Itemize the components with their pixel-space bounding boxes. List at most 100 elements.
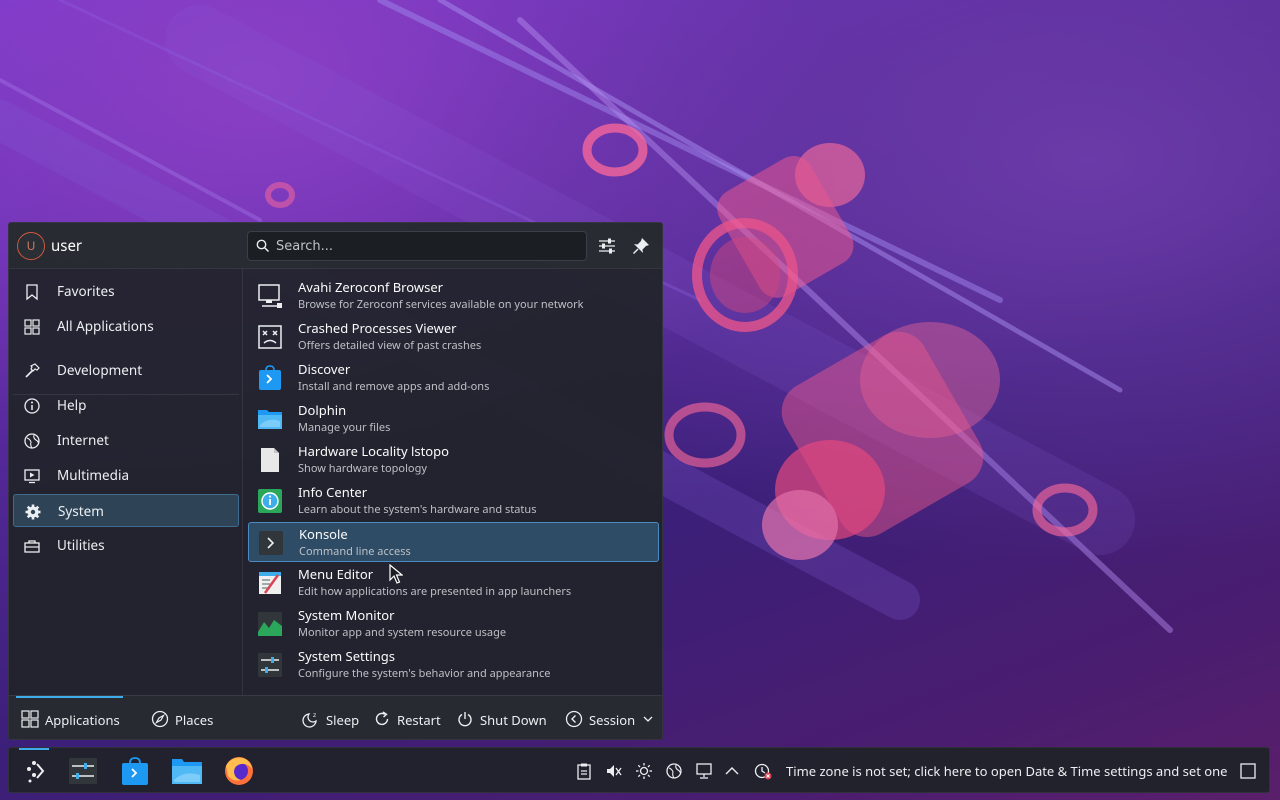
sidebar-item-label: Help (57, 396, 87, 414)
firefox-icon (225, 757, 253, 785)
app-name: Avahi Zeroconf Browser (298, 278, 444, 296)
app-item-dolphin[interactable]: Dolphin Manage your files (248, 399, 659, 439)
sidebar-item-utilities[interactable]: Utilities (13, 529, 239, 562)
brightness-icon[interactable] (635, 762, 653, 780)
discover-bag-icon (259, 365, 281, 390)
app-item-menu-editor[interactable]: Menu Editor Edit how applications are pr… (248, 563, 659, 603)
sidebar-item-system[interactable]: System (13, 494, 239, 527)
app-name: System Monitor (298, 606, 395, 624)
app-description: Show hardware topology (298, 461, 427, 476)
app-item-konsole[interactable]: Konsole Command line access (248, 522, 659, 562)
app-description: Monitor app and system resource usage (298, 625, 507, 640)
sidebar-item-internet[interactable]: Internet (13, 424, 239, 457)
pin-icon[interactable] (630, 235, 652, 257)
timezone-notice[interactable]: Time zone is not set; click here to open… (786, 762, 1228, 780)
sidebar-item-all-applications[interactable]: All Applications (13, 310, 239, 343)
launcher-active-indicator (19, 748, 49, 750)
hammer-icon (25, 363, 40, 378)
app-item-info-center[interactable]: Info Center Learn about the system's har… (248, 481, 659, 521)
avatar-initial: U (26, 237, 36, 254)
app-name: Discover (298, 360, 351, 378)
app-item-discover[interactable]: Discover Install and remove apps and add… (248, 358, 659, 398)
launcher-footer: Applications Places z Sleep Restart Shut… (9, 695, 662, 739)
display-icon[interactable] (695, 762, 713, 780)
restart-icon (375, 711, 389, 726)
info-circle-icon (24, 398, 40, 414)
session-button[interactable]: Session (565, 696, 655, 739)
category-sidebar: Favorites All Applications Development H… (9, 269, 243, 695)
app-description: Install and remove apps and add-ons (298, 379, 490, 394)
search-input[interactable] (276, 236, 576, 256)
app-item-system-monitor[interactable]: System Monitor Monitor app and system re… (248, 604, 659, 644)
taskbar-dolphin[interactable] (169, 754, 205, 788)
grid-icon (21, 710, 39, 728)
show-desktop-icon[interactable] (1239, 762, 1257, 780)
sleep-button[interactable]: z Sleep (302, 696, 362, 739)
user-avatar[interactable]: U (17, 232, 45, 260)
taskbar-system-settings[interactable] (65, 754, 101, 788)
svg-text:z: z (313, 712, 316, 719)
tab-label: Places (175, 711, 214, 729)
menu-editor-icon (259, 572, 281, 594)
info-center-icon (258, 489, 282, 513)
app-item-lstopo[interactable]: Hardware Locality lstopo Show hardware t… (248, 440, 659, 480)
application-list: Avahi Zeroconf Browser Browse for Zeroco… (247, 272, 661, 692)
network-globe-icon[interactable] (665, 762, 683, 780)
configure-sliders-icon[interactable] (596, 235, 618, 257)
clock-warning-icon[interactable] (754, 762, 772, 780)
media-monitor-icon (24, 469, 40, 484)
sidebar-item-favorites[interactable]: Favorites (13, 275, 239, 308)
shutdown-button[interactable]: Shut Down (456, 696, 551, 739)
folder-icon (258, 410, 282, 429)
button-label: Shut Down (480, 711, 547, 729)
sidebar-item-label: Development (57, 361, 143, 379)
app-launcher-button[interactable] (17, 754, 53, 788)
gear-icon (25, 504, 41, 520)
app-description: Offers detailed view of past crashes (298, 338, 482, 353)
tab-places[interactable]: Places (151, 696, 221, 739)
button-label: Sleep (326, 711, 360, 729)
app-item-avahi[interactable]: Avahi Zeroconf Browser Browse for Zeroco… (248, 276, 659, 316)
username-label: user (51, 236, 83, 256)
sidebar-item-label: Multimedia (57, 466, 130, 484)
app-description: Browse for Zeroconf services available o… (298, 297, 584, 312)
sidebar-item-label: Favorites (57, 282, 115, 300)
search-icon (256, 239, 270, 253)
volume-muted-icon[interactable] (605, 762, 623, 780)
taskbar-firefox[interactable] (221, 754, 257, 788)
application-launcher: U user Favorites (8, 222, 663, 740)
taskbar-discover[interactable] (117, 754, 153, 788)
tab-label: Applications (45, 711, 120, 729)
chevron-up-icon[interactable] (723, 762, 741, 780)
sidebar-item-label: All Applications (57, 317, 154, 335)
app-description: Edit how applications are presented in a… (298, 584, 572, 599)
app-description: Command line access (299, 544, 411, 559)
app-name: System Settings (298, 647, 396, 665)
restart-button[interactable]: Restart (373, 696, 445, 739)
search-field[interactable] (247, 231, 587, 261)
app-item-crashed-processes[interactable]: Crashed Processes Viewer Offers detailed… (248, 317, 659, 357)
sidebar-item-label: System (58, 502, 104, 520)
system-monitor-icon (258, 612, 282, 636)
toolbox-icon (24, 540, 40, 553)
launcher-header: U user (9, 223, 662, 269)
chevron-down-icon (643, 716, 653, 722)
app-name: Konsole (299, 525, 348, 543)
bookmark-icon (26, 284, 38, 301)
settings-sliders-icon (69, 758, 97, 784)
sidebar-item-development[interactable]: Development (13, 354, 239, 387)
monitor-network-icon (258, 284, 282, 308)
mouse-cursor-icon (389, 564, 403, 584)
button-label: Session (589, 711, 636, 729)
sidebar-item-label: Internet (57, 431, 109, 449)
app-item-system-settings[interactable]: System Settings Configure the system's b… (248, 645, 659, 685)
discover-bag-icon (122, 757, 148, 785)
app-description: Configure the system's behavior and appe… (298, 666, 551, 681)
clipboard-icon[interactable] (575, 762, 593, 780)
sidebar-item-multimedia[interactable]: Multimedia (13, 459, 239, 492)
settings-sliders-icon (258, 653, 282, 677)
tab-applications[interactable]: Applications (21, 696, 131, 739)
kde-launcher-icon (27, 761, 45, 783)
sidebar-item-help[interactable]: Help (13, 389, 239, 422)
app-description: Learn about the system's hardware and st… (298, 502, 537, 517)
